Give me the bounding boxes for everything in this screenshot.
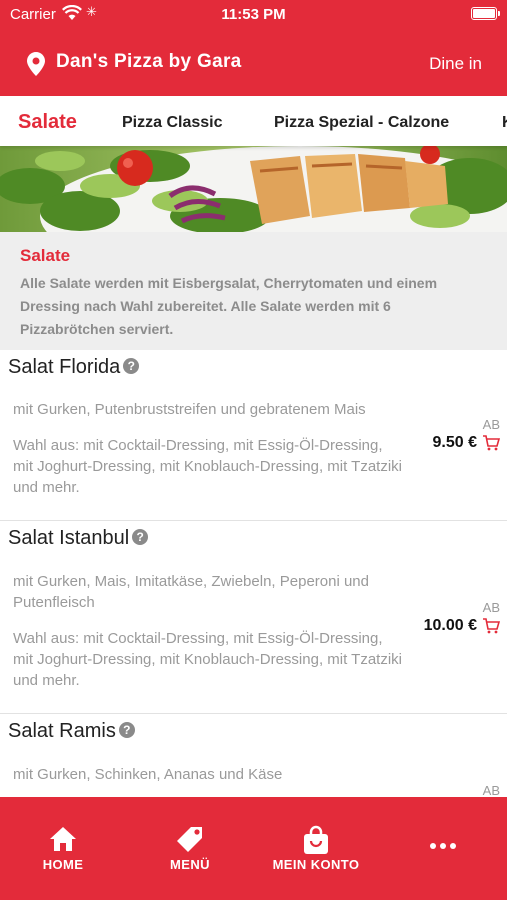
category-name: Salate	[20, 246, 71, 265]
tab-next-category[interactable]: K	[502, 114, 507, 132]
cart-icon[interactable]	[482, 618, 501, 639]
nav-home[interactable]: HOME	[0, 797, 126, 900]
info-icon[interactable]: ?	[132, 529, 149, 545]
more-dots-icon	[380, 825, 506, 857]
item-ingredients: mit Gurken, Schinken, Ananas und Käse	[13, 766, 283, 783]
item-name: Salat Istanbul?	[8, 527, 149, 550]
status-bar: Carrier ✳ 11:53 PM	[0, 0, 507, 30]
item-name: Salat Florida?	[8, 356, 140, 379]
tab-pizza-spezial-calzone[interactable]: Pizza Spezial - Calzone	[274, 114, 449, 132]
status-time: 11:53 PM	[221, 6, 286, 23]
item-price: 9.50 €	[432, 434, 477, 451]
nav-account[interactable]: MEIN KONTO	[253, 797, 379, 900]
tab-pizza-classic[interactable]: Pizza Classic	[122, 114, 223, 132]
battery-icon	[471, 7, 500, 20]
restaurant-title: Dan's Pizza by Gara	[56, 51, 242, 72]
bottom-navigation: HOME MENÜ MEIN KONTO	[0, 797, 507, 900]
menu-item[interactable]: Salat Istanbul? mit Gurken, Mais, Imitat…	[0, 521, 507, 714]
category-info: Salate Alle Salate werden mit Eisbergsal…	[0, 232, 507, 350]
category-description: Alle Salate werden mit Eisbergsalat, Che…	[20, 275, 438, 337]
nav-menu[interactable]: MENÜ	[127, 797, 253, 900]
price-prefix: AB	[482, 783, 500, 798]
nav-more[interactable]	[380, 797, 506, 900]
info-icon[interactable]: ?	[123, 358, 140, 374]
nav-menu-label: MENÜ	[170, 857, 210, 872]
tab-salate[interactable]: Salate	[18, 111, 77, 134]
item-options: Wahl aus: mit Cocktail-Dressing, mit Ess…	[13, 437, 403, 496]
item-ingredients: mit Gurken, Putenbruststreifen und gebra…	[13, 401, 366, 418]
info-icon[interactable]: ?	[118, 722, 135, 738]
app-header: Dan's Pizza by Gara Dine in	[0, 30, 507, 96]
category-tabs: Salate Pizza Classic Pizza Spezial - Cal…	[0, 96, 507, 146]
price-prefix: AB	[482, 417, 500, 432]
nav-account-label: MEIN KONTO	[272, 857, 360, 872]
menu-item[interactable]: Salat Florida? mit Gurken, Putenbruststr…	[0, 350, 507, 521]
nav-home-label: HOME	[42, 857, 84, 872]
item-name: Salat Ramis?	[8, 720, 135, 743]
category-hero-image	[0, 146, 507, 232]
shopping-bag-icon	[253, 825, 379, 857]
dine-in-toggle[interactable]: Dine in	[429, 54, 482, 74]
item-price: 10.00 €	[423, 617, 477, 634]
cart-icon[interactable]	[482, 435, 501, 456]
tag-icon	[127, 825, 253, 857]
price-prefix: AB	[482, 600, 500, 615]
item-ingredients: mit Gurken, Mais, Imitatkäse, Zwiebeln, …	[13, 573, 369, 611]
location-pin-icon[interactable]	[27, 52, 45, 81]
home-icon	[0, 825, 126, 857]
item-options: Wahl aus: mit Cocktail-Dressing, mit Ess…	[13, 630, 403, 689]
